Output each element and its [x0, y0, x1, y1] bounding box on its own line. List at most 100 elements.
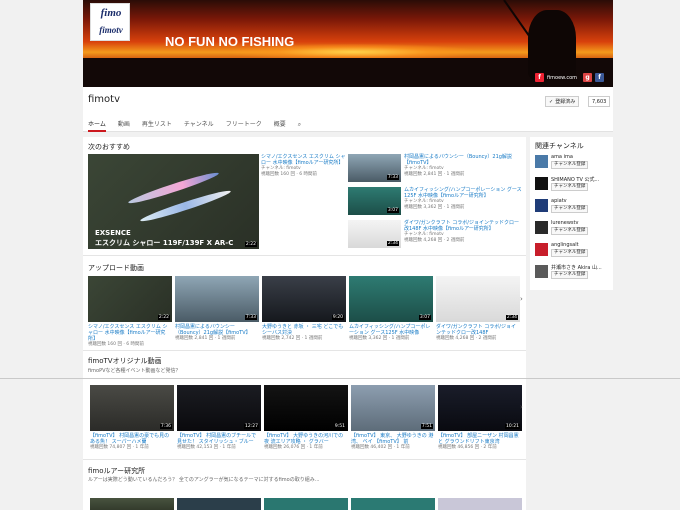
channel-name[interactable]: lurenewstv: [551, 220, 578, 226]
related-channel-item[interactable]: SHIMANO TV 公式... チャンネル登録: [535, 176, 613, 198]
video-thumbnail[interactable]: [264, 498, 348, 510]
avatar[interactable]: [535, 221, 548, 234]
video-thumbnail[interactable]: 2:34: [436, 276, 520, 322]
channel-subscribe-button[interactable]: チャンネル登録: [551, 271, 589, 279]
avatar[interactable]: [535, 199, 548, 212]
chevron-right-icon[interactable]: ›: [520, 403, 523, 411]
channel-name[interactable]: ama ima: [551, 154, 573, 160]
video-title[interactable]: 【fimoTV】 東京、 大野ゆうきの 港湾、 ベイ 【fimoTV】 前: [351, 433, 435, 445]
tab-playlists[interactable]: 再生リスト: [142, 119, 172, 132]
video-thumbnail[interactable]: 3:07: [349, 276, 433, 322]
related-channel-item[interactable]: 井瀬市さき Akira 山... チャンネル登録: [535, 264, 613, 286]
original-item[interactable]: 12:27 【fimoTV】 村岡昌憲のブチールで見せた！ スタイリッシュ・ブル…: [177, 385, 261, 451]
channel-subscribe-button[interactable]: チャンネル登録: [551, 183, 589, 191]
channel-name[interactable]: anglingsalt: [551, 242, 579, 248]
original-item[interactable]: 9:51 【fimoTV】 大野ゆうきの河川での 夜 流エリア攻略 ・ グラバー…: [264, 385, 348, 451]
video-title[interactable]: ダイワ/ガンクラフト コラボ/ジョインテッドクロー改148F: [436, 324, 520, 336]
video-thumbnail[interactable]: 2:34: [348, 220, 401, 248]
reco-item[interactable]: 3:07 ムカイフィッシング/ハンプコーポレーション グース125F 水中映像【…: [348, 187, 522, 215]
site-link[interactable]: fimoew.com: [547, 75, 577, 81]
logo-line1: fimo: [100, 7, 122, 19]
video-title[interactable]: ダイワ/ガンクラフト コラボ/ジョインテッドクロー改148F 水中映像【fimo…: [404, 220, 522, 232]
upload-item[interactable]: 9:20 大野ゆうきと 赤坂 ・ 三宅 どこでもシーバス対決 視聴回数 2,742…: [262, 276, 346, 342]
chevron-right-icon[interactable]: ›: [520, 295, 523, 303]
video-title[interactable]: 【fimoTV】 村岡昌憲のブチールで見せた！ スタイリッシュ・ブルー: [177, 433, 261, 445]
divider-line: [0, 378, 680, 379]
video-thumbnail[interactable]: 7:33: [348, 154, 401, 182]
tab-home[interactable]: ホーム: [88, 119, 106, 132]
google-plus-icon[interactable]: g: [583, 73, 593, 82]
upload-item[interactable]: 2:22 シマノ/エクスセンス エスクリム シャロー 水中映像【fimoルアー研…: [88, 276, 172, 348]
reco-item[interactable]: 2:34 ダイワ/ガンクラフト コラボ/ジョインテッドクロー改148F 水中映像…: [348, 220, 522, 248]
channel-subscribe-button[interactable]: チャンネル登録: [551, 161, 589, 169]
duration-badge: 12:27: [244, 424, 259, 429]
facebook-icon[interactable]: f: [595, 73, 605, 82]
video-title[interactable]: シマノ/エクスセンス エスクリム シャロー 水中映像【fimoルアー研究所】: [261, 154, 349, 166]
video-title[interactable]: 大野ゆうきと 赤坂 ・ 三宅 どこでもシーバス対決: [262, 324, 346, 336]
video-title[interactable]: シマノ/エクスセンス エスクリム シャロー 水中映像【fimoルアー研究所】: [88, 324, 172, 342]
video-meta: 視聴回数 42,153 回 · 1 年前: [177, 445, 236, 450]
logo-line2: fimotv: [99, 25, 123, 35]
video-title[interactable]: ムカイフィッシング/ハンプコーポレーション グース125F 水中映像【fimoル…: [404, 187, 522, 199]
video-thumbnail[interactable]: 2:22: [88, 276, 172, 322]
related-channel-item[interactable]: lurenewstv チャンネル登録: [535, 220, 613, 242]
fimo-site-icon[interactable]: f: [535, 73, 544, 82]
video-thumbnail[interactable]: 7:33: [175, 276, 259, 322]
tab-about[interactable]: 概要: [274, 119, 286, 132]
original-section-title[interactable]: fimoTVオリジナル動画: [88, 356, 162, 366]
video-meta: 視聴回数 46,402 回 · 1 年前: [351, 445, 410, 450]
channel-subscribe-button[interactable]: チャンネル登録: [551, 249, 589, 257]
original-item[interactable]: 10:21 【fimoTV】 部屋ニーザン 村岡昌憲 と グラウンドリフト東京湾…: [438, 385, 522, 451]
video-title[interactable]: 村岡昌憲によるバウンシー（Bouncy）21g解説【fimoTV】: [175, 324, 259, 336]
featured-video-thumb[interactable]: EXSENCE エスクリム シャロー 119F/139F X AR-C 2:22: [88, 154, 259, 249]
channel-name[interactable]: SHIMANO TV 公式...: [551, 176, 599, 183]
avatar[interactable]: [535, 243, 548, 256]
video-title[interactable]: 【fimoTV】 村岡昌憲の豪でも見のある魚！ スーパーハメ蘭: [90, 433, 174, 445]
video-thumbnail[interactable]: 7:51: [351, 385, 435, 431]
lurelab-section-title[interactable]: fimoルアー研究所: [88, 466, 145, 476]
channel-subscribe-button[interactable]: チャンネル登録: [551, 205, 589, 213]
channel-name[interactable]: 井瀬市さき Akira 山...: [551, 264, 602, 271]
channel-logo[interactable]: fimo fimotv: [90, 3, 130, 41]
video-title[interactable]: ムカイフィッシング/ハンプコーポレーション グース125F 水中映像: [349, 324, 433, 336]
channel-name[interactable]: fimotv: [88, 94, 120, 105]
related-channels-title: 関連チャンネル: [535, 142, 584, 150]
video-thumbnail[interactable]: [90, 498, 174, 510]
search-icon[interactable]: ⌕: [298, 119, 301, 132]
video-thumbnail[interactable]: [351, 498, 435, 510]
video-title[interactable]: 【fimoTV】 部屋ニーザン 村岡昌憲 と グラウンドリフト東京湾: [438, 433, 522, 445]
original-item[interactable]: 7:51 【fimoTV】 東京、 大野ゆうきの 港湾、 ベイ 【fimoTV】…: [351, 385, 435, 451]
avatar[interactable]: [535, 155, 548, 168]
video-meta: 視聴回数 2,841 回 · 1 週間前: [175, 336, 236, 341]
video-title[interactable]: 村岡昌憲によるバウンシー（Bouncy）21g解説【fimoTV】: [404, 154, 522, 166]
tab-videos[interactable]: 動画: [118, 119, 130, 132]
tab-discussion[interactable]: フリートーク: [226, 119, 262, 132]
video-thumbnail[interactable]: [438, 498, 522, 510]
avatar[interactable]: [535, 177, 548, 190]
video-thumbnail[interactable]: 9:51: [264, 385, 348, 431]
video-thumbnail[interactable]: 3:07: [348, 187, 401, 215]
channel-subscribe-button[interactable]: チャンネル登録: [551, 227, 589, 235]
channel-page: NO FUN NO FISHING fimo fimotv f fimoew.c…: [83, 0, 613, 510]
related-channel-item[interactable]: apiatv チャンネル登録: [535, 198, 613, 220]
video-thumbnail[interactable]: 7:36: [90, 385, 174, 431]
related-channel-item[interactable]: ama ima チャンネル登録: [535, 154, 613, 176]
video-thumbnail[interactable]: 10:21: [438, 385, 522, 431]
upload-item[interactable]: 3:07 ムカイフィッシング/ハンプコーポレーション グース125F 水中映像視…: [349, 276, 433, 342]
avatar[interactable]: [535, 265, 548, 278]
subscribe-button[interactable]: ✓ 登録済み: [545, 96, 580, 107]
original-item[interactable]: 7:36 【fimoTV】 村岡昌憲の豪でも見のある魚！ スーパーハメ蘭 視聴回数…: [90, 385, 174, 451]
uploads-section-title[interactable]: アップロード動画: [88, 263, 144, 273]
upload-item[interactable]: 2:34 ダイワ/ガンクラフト コラボ/ジョインテッドクロー改148F 視聴回数 …: [436, 276, 520, 342]
related-channel-item[interactable]: anglingsalt チャンネル登録: [535, 242, 613, 264]
video-thumbnail[interactable]: 12:27: [177, 385, 261, 431]
video-title[interactable]: 【fimoTV】 大野ゆうきの河川での 夜 流エリア攻略 ・ グラバー: [264, 433, 348, 445]
video-thumbnail[interactable]: 9:20: [262, 276, 346, 322]
channel-name[interactable]: apiatv: [551, 198, 567, 204]
tab-channels[interactable]: チャンネル: [184, 119, 214, 132]
upload-item[interactable]: 7:33 村岡昌憲によるバウンシー（Bouncy）21g解説【fimoTV】 視聴…: [175, 276, 259, 342]
reco-item[interactable]: 7:33 村岡昌憲によるバウンシー（Bouncy）21g解説【fimoTV】 チャ…: [348, 154, 522, 182]
subscriber-count: 7,603: [588, 96, 611, 107]
video-meta: 視聴回数 3,362 回 · 1 週間前: [349, 336, 410, 341]
video-thumbnail[interactable]: [177, 498, 261, 510]
